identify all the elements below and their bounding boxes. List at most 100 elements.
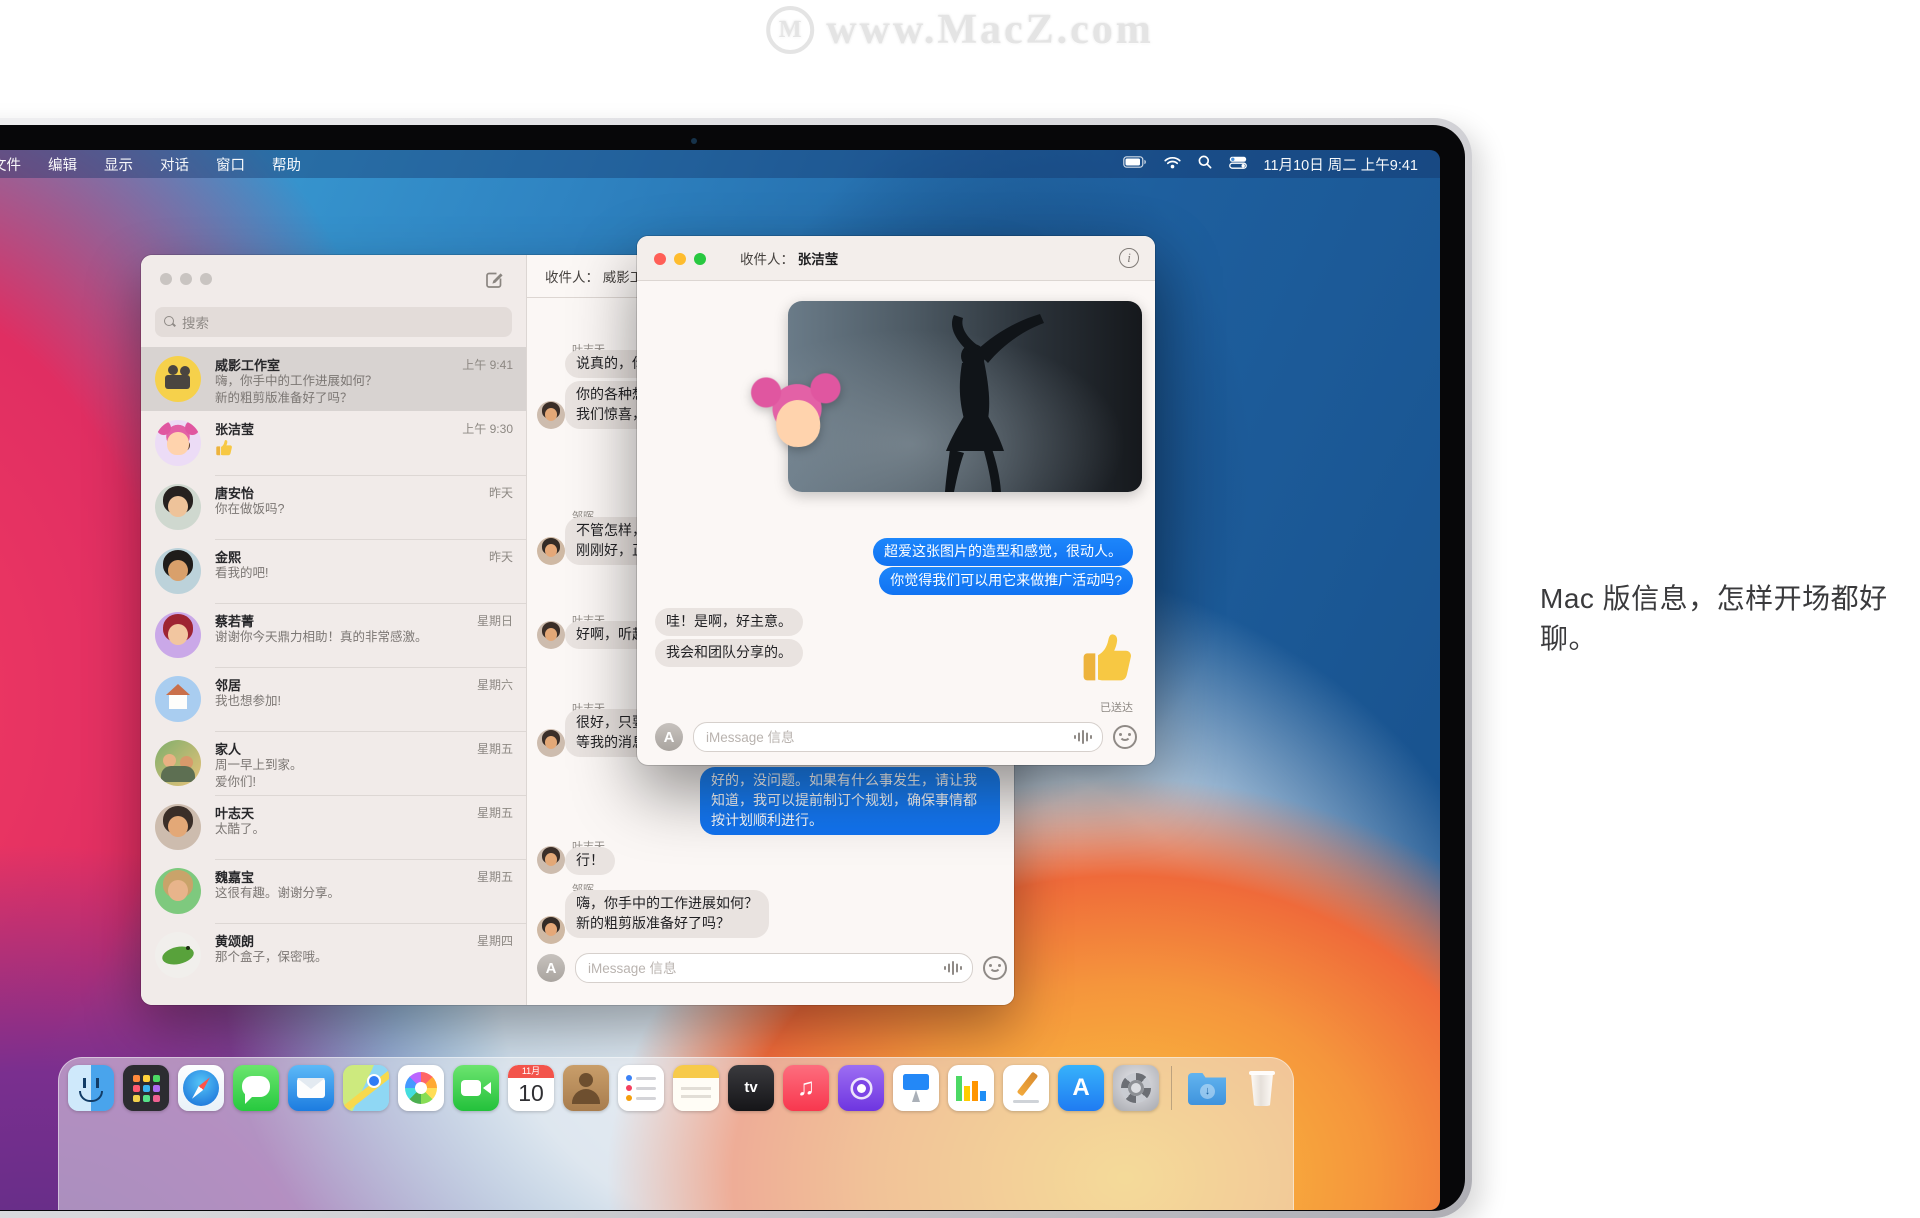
- conversation-name: 金熙: [215, 547, 241, 566]
- dock-item-messages[interactable]: [233, 1065, 279, 1111]
- page-caption: Mac 版信息，怎样开场都好聊。: [1540, 577, 1920, 657]
- imessage-field[interactable]: [693, 722, 1103, 752]
- close-button[interactable]: [654, 253, 666, 265]
- menu-file[interactable]: 文件: [0, 154, 21, 175]
- dock-item-numbers[interactable]: [948, 1065, 994, 1111]
- dock-item-maps[interactable]: [343, 1065, 389, 1111]
- conversation-preview: 这很有趣。谢谢分享。: [215, 885, 513, 902]
- dock-item-keynote[interactable]: [893, 1065, 939, 1111]
- dock-item-reminders[interactable]: [618, 1065, 664, 1111]
- conversation-row[interactable]: 邻居 星期六 我也想参加!: [141, 667, 526, 731]
- conversation-row[interactable]: 魏嘉宝 星期五 这很有趣。谢谢分享。: [141, 859, 526, 923]
- sent-message-bubble: 超爱这张图片的造型和感觉，很动人。: [873, 538, 1133, 566]
- dock-item-trash[interactable]: [1239, 1065, 1285, 1111]
- control-center-icon[interactable]: [1229, 156, 1247, 173]
- conversation-row[interactable]: 威影工作室 上午 9:41 嗨，你手中的工作进展如何？ 新的粗剪版准备好了吗？: [141, 347, 526, 411]
- memoji-glasses: [169, 440, 180, 451]
- dock-item-podcasts[interactable]: [838, 1065, 884, 1111]
- memoji-glasses: [179, 440, 190, 451]
- dock-item-calendar[interactable]: 11月 10: [508, 1065, 554, 1111]
- message-bubble: 嗨，你手中的工作进展如何？ 新的粗剪版准备好了吗？: [565, 890, 769, 938]
- conversation-time: 星期五: [477, 740, 513, 757]
- memoji-face: [747, 371, 849, 473]
- compose-window: 收件人： 张洁莹 i: [637, 236, 1155, 765]
- message-bubble: 我会和团队分享的。: [655, 639, 803, 667]
- conversation-preview: 你在做饭吗?: [215, 501, 513, 518]
- conversation-row[interactable]: 唐安怡 昨天 你在做饭吗?: [141, 475, 526, 539]
- dock-item-system-preferences[interactable]: [1113, 1065, 1159, 1111]
- appstore-letter: A: [1058, 1065, 1104, 1111]
- menu-window[interactable]: 窗口: [216, 154, 245, 175]
- conversation-time: 星期日: [477, 612, 513, 629]
- watermark-text: www.MacZ.com: [826, 6, 1154, 54]
- dock-item-tv[interactable]: tv: [728, 1065, 774, 1111]
- conversation-time: 上午 9:41: [462, 356, 513, 373]
- thumbs-up-sticker: [1080, 626, 1134, 688]
- conversation-name: 蔡若菁: [215, 611, 254, 630]
- emoji-picker-icon[interactable]: [983, 956, 1007, 980]
- recipient-name: 张洁莹: [798, 252, 839, 267]
- emoji-picker-icon[interactable]: [1113, 725, 1137, 749]
- menu-status-area: 11月10日 周二 上午9:41: [1123, 154, 1418, 175]
- wifi-icon[interactable]: [1164, 156, 1181, 173]
- imessage-input[interactable]: [694, 730, 1102, 745]
- window-controls: [654, 252, 706, 270]
- imessage-input[interactable]: [576, 961, 972, 976]
- dock-item-appstore[interactable]: A: [1058, 1065, 1104, 1111]
- dock-item-notes[interactable]: [673, 1065, 719, 1111]
- app-store-icon[interactable]: [537, 954, 565, 982]
- dock-item-safari[interactable]: [178, 1065, 224, 1111]
- conversation-row[interactable]: 叶志天 星期五 太酷了。: [141, 795, 526, 859]
- conversation-preview: 看我的吧!: [215, 565, 513, 582]
- close-button[interactable]: [160, 273, 172, 285]
- conversation-preview: 嗨，你手中的工作进展如何？ 新的粗剪版准备好了吗？: [215, 373, 513, 406]
- zoom-button[interactable]: [200, 273, 212, 285]
- search-icon[interactable]: [1198, 155, 1212, 173]
- menu-edit[interactable]: 编辑: [48, 154, 77, 175]
- message-bubble: 行！: [565, 847, 615, 875]
- dock-item-launchpad[interactable]: [123, 1065, 169, 1111]
- conversation-name: 叶志天: [215, 803, 254, 822]
- conversation-list: 威影工作室 上午 9:41 嗨，你手中的工作进展如何？ 新的粗剪版准备好了吗？ …: [141, 347, 526, 1005]
- new-message-icon[interactable]: [484, 270, 504, 290]
- conversation-name: 邻居: [215, 675, 241, 694]
- menu-conversation[interactable]: 对话: [160, 154, 189, 175]
- menu-help[interactable]: 帮助: [272, 154, 301, 175]
- battery-icon[interactable]: [1123, 156, 1147, 172]
- conversation-row[interactable]: 家人 星期五 周一早上到家。 爱你们!: [141, 731, 526, 795]
- info-icon[interactable]: i: [1119, 248, 1139, 268]
- dock-item-mail[interactable]: [288, 1065, 334, 1111]
- conversation-row[interactable]: 张洁莹 上午 9:30: [141, 411, 526, 475]
- dock-item-music[interactable]: [783, 1065, 829, 1111]
- zoom-button[interactable]: [694, 253, 706, 265]
- avatar: [537, 729, 565, 757]
- search-input[interactable]: 搜索: [155, 307, 512, 337]
- minimize-button[interactable]: [674, 253, 686, 265]
- dock-item-facetime[interactable]: [453, 1065, 499, 1111]
- menu-clock[interactable]: 11月10日 周二 上午9:41: [1264, 154, 1418, 175]
- compose-titlebar[interactable]: 收件人： 张洁莹 i: [637, 236, 1155, 281]
- avatar: [155, 612, 201, 658]
- dock-item-photos[interactable]: [398, 1065, 444, 1111]
- menu-view[interactable]: 显示: [104, 154, 133, 175]
- memoji-sticker[interactable]: [747, 371, 849, 473]
- dock-item-finder[interactable]: [68, 1065, 114, 1111]
- dock-item-contacts[interactable]: [563, 1065, 609, 1111]
- app-store-icon[interactable]: [655, 723, 683, 751]
- recipient-field[interactable]: 收件人： 张洁莹: [740, 248, 838, 268]
- delivered-status: 已送达: [1100, 699, 1133, 715]
- conversation-row[interactable]: 黄颂朗 星期四 那个盒子，保密哦。: [141, 923, 526, 987]
- minimize-button[interactable]: [180, 273, 192, 285]
- audio-waveform-icon[interactable]: [1074, 730, 1092, 744]
- dock-item-downloads[interactable]: [1184, 1065, 1230, 1111]
- memoji-face: [155, 420, 201, 466]
- conversation-time: 星期五: [477, 868, 513, 885]
- audio-waveform-icon[interactable]: [944, 961, 962, 975]
- conversation-row[interactable]: 蔡若菁 星期日 谢谢你今天鼎力相助！真的非常感激。: [141, 603, 526, 667]
- conversation-row[interactable]: 金熙 昨天 看我的吧!: [141, 539, 526, 603]
- conversation-time: 星期六: [477, 676, 513, 693]
- dock-item-pages[interactable]: [1003, 1065, 1049, 1111]
- conversation-time: 上午 9:30: [462, 420, 513, 437]
- conversation-time: 星期五: [477, 804, 513, 821]
- imessage-field[interactable]: [575, 953, 973, 983]
